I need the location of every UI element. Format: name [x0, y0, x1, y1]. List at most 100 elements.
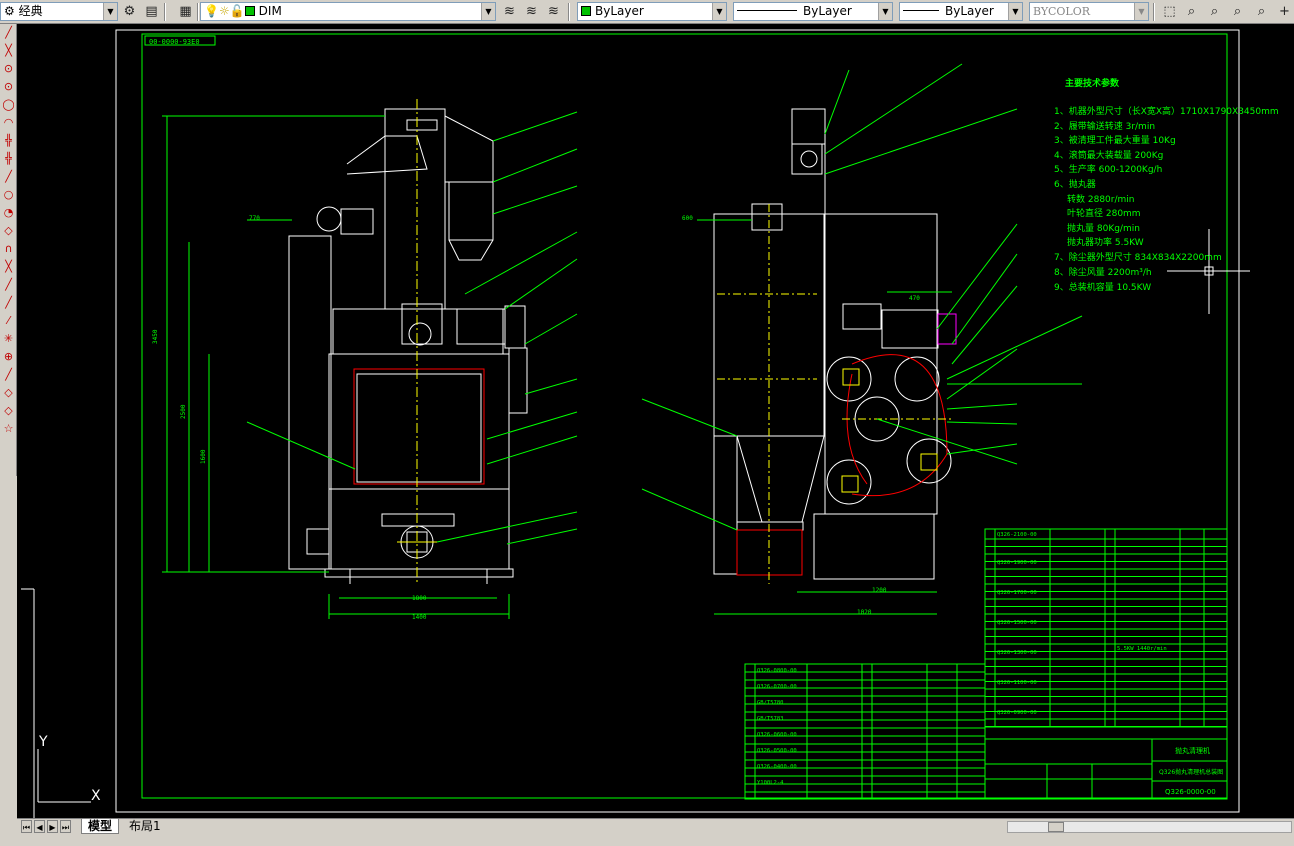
- cad-drawing: 00-0000-93E0 3450 2500 1600 1400 1800 77…: [21, 29, 1279, 818]
- tech-param: 抛丸量 80Kg/min: [1067, 222, 1140, 234]
- tech-param: 转数 2880r/min: [1067, 193, 1134, 205]
- polygon-icon[interactable]: ⊙: [0, 78, 17, 96]
- offset-icon[interactable]: ◇: [0, 384, 17, 402]
- first-tab-icon[interactable]: ⏮: [21, 820, 32, 833]
- zoom-window-icon[interactable]: ⌕: [1205, 2, 1224, 21]
- chevron-down-icon[interactable]: ▼: [712, 3, 726, 20]
- chevron-down-icon[interactable]: ▼: [481, 3, 495, 20]
- circle-icon[interactable]: ╬: [0, 132, 17, 150]
- scale-icon[interactable]: ◇: [0, 402, 17, 420]
- dim-side-width: 1020: [857, 609, 872, 616]
- dim-height-total: 3450: [152, 329, 159, 344]
- lightbulb-icon: 💡: [204, 4, 219, 18]
- bom-left-code: Q326-0500-00: [757, 748, 797, 754]
- plotstyle-dropdown[interactable]: BYCOLOR ▼: [1029, 2, 1149, 21]
- sheet-border: [115, 29, 1240, 813]
- frame-code: 00-0000-93E0: [149, 38, 200, 46]
- front-view: [288, 108, 528, 584]
- hatch-icon[interactable]: ╱: [0, 276, 17, 294]
- region-icon[interactable]: ⁄: [0, 312, 17, 330]
- revcloud-icon[interactable]: ╬: [0, 150, 17, 168]
- color-dropdown[interactable]: ByLayer ▼: [577, 2, 727, 21]
- layer-manager-icon[interactable]: ▦: [176, 2, 195, 21]
- chevron-down-icon[interactable]: ▼: [103, 3, 117, 20]
- mtext-icon[interactable]: ╱: [0, 366, 17, 384]
- bom-right-code: Q326-2100-00: [997, 532, 1037, 538]
- star-icon[interactable]: ☆: [0, 420, 17, 438]
- lineweight-dropdown[interactable]: ByLayer ▼: [899, 2, 1023, 21]
- bom-right-code: Q326-1700-00: [997, 590, 1037, 596]
- gear-icon: ⚙: [4, 4, 15, 18]
- dim-470: 470: [909, 295, 920, 302]
- tech-param: 8、除尘风量 2200m³/h: [1054, 266, 1152, 278]
- ucs-y-label: Y: [38, 734, 48, 750]
- toolbar-separator: [197, 3, 199, 21]
- toolbar-separator: [568, 3, 570, 21]
- autocad-window: ⚙ 经典 ▼ ⚙ ▤ ▦ 💡☼🔓 DIM ▼ ≋ ≋ ≋ ByLayer ▼ By…: [0, 0, 1294, 846]
- gradient-icon[interactable]: ╱: [0, 294, 17, 312]
- horizontal-scrollbar[interactable]: [1007, 821, 1292, 833]
- scroll-thumb[interactable]: [1048, 822, 1064, 832]
- point-icon[interactable]: ╳: [0, 258, 17, 276]
- layer-previous-icon[interactable]: ≋: [522, 2, 541, 21]
- toolbar-separator: [164, 3, 166, 21]
- next-tab-icon[interactable]: ▶: [47, 820, 58, 833]
- explode-icon[interactable]: ⊕: [0, 348, 17, 366]
- tech-param: 4、滚筒最大装载量 200Kg: [1054, 149, 1163, 161]
- bom-right-code: Q326-1300-00: [997, 650, 1037, 656]
- make-block-icon[interactable]: ∩: [0, 240, 17, 258]
- title-block-code: Q326-0000-00: [1165, 788, 1216, 796]
- tab-layout1[interactable]: 布局1: [123, 819, 167, 834]
- tech-param: 5、生产率 600-1200Kg/h: [1054, 163, 1162, 175]
- make-layer-current-icon[interactable]: ≋: [500, 2, 519, 21]
- prev-tab-icon[interactable]: ◀: [34, 820, 45, 833]
- zoom-previous-icon[interactable]: ⌕: [1228, 2, 1247, 21]
- crosshair-icon[interactable]: +: [1275, 2, 1294, 21]
- dim-770: 770: [249, 215, 260, 222]
- line-icon[interactable]: ╱: [0, 24, 17, 42]
- bom-left-code: Q326-0800-00: [757, 668, 797, 674]
- crosshair-cursor: [1167, 229, 1250, 314]
- bom-right-code: Q326-1500-00: [997, 620, 1037, 626]
- lock-icon: 🔓: [229, 4, 245, 18]
- layer-dropdown[interactable]: 💡☼🔓 DIM ▼: [200, 2, 496, 21]
- tech-param: 抛丸器功率 5.5KW: [1067, 236, 1144, 248]
- workspace-dropdown[interactable]: ⚙ 经典 ▼: [0, 2, 118, 21]
- layer-states-icon[interactable]: ≋: [544, 2, 563, 21]
- zoom-realtime-icon[interactable]: ⌕: [1182, 2, 1201, 21]
- ellipse-arc-icon[interactable]: ◔: [0, 204, 17, 222]
- polyline-icon[interactable]: ⊙: [0, 60, 17, 78]
- title-block-name: 抛丸清理机: [1175, 746, 1210, 755]
- workspace-settings-icon[interactable]: ⚙: [120, 2, 139, 21]
- drawing-canvas[interactable]: 00-0000-93E0 3450 2500 1600 1400 1800 77…: [17, 24, 1294, 818]
- tech-param: 9、总装机容量 10.5KW: [1054, 281, 1151, 293]
- layer-color-swatch: [244, 6, 255, 16]
- tech-param: 6、抛丸器: [1054, 178, 1096, 190]
- table-icon[interactable]: ✳: [0, 330, 17, 348]
- plotstyle-value: BYCOLOR: [1033, 5, 1090, 18]
- zoom-extents-icon[interactable]: ⌕: [1252, 2, 1271, 21]
- arc-icon[interactable]: ◠: [0, 114, 17, 132]
- rectangle-icon[interactable]: ◯: [0, 96, 17, 114]
- tech-param: 3、被清理工件最大重量 10Kg: [1054, 134, 1176, 146]
- construction-line-icon[interactable]: ╳: [0, 42, 17, 60]
- last-tab-icon[interactable]: ⏭: [60, 820, 71, 833]
- spline-icon[interactable]: ╱: [0, 168, 17, 186]
- linetype-dropdown[interactable]: ByLayer ▼: [733, 2, 893, 21]
- pan-icon[interactable]: ⬚: [1160, 2, 1179, 21]
- workspace-save-icon[interactable]: ▤: [142, 2, 161, 21]
- bom-right-code: Q326-1900-00: [997, 560, 1037, 566]
- chevron-down-icon[interactable]: ▼: [878, 3, 892, 20]
- insert-block-icon[interactable]: ◇: [0, 222, 17, 240]
- dim-600: 600: [682, 215, 693, 222]
- dim-side-inner: 1200: [872, 587, 887, 594]
- ellipse-icon[interactable]: ○: [0, 186, 17, 204]
- tab-model[interactable]: 模型: [81, 819, 120, 834]
- chevron-down-icon[interactable]: ▼: [1008, 3, 1022, 20]
- chevron-down-icon[interactable]: ▼: [1134, 3, 1148, 20]
- toolbar-separator: [1153, 3, 1155, 21]
- bom-left-code: Y100L2-4: [757, 780, 784, 786]
- color-value: ByLayer: [595, 4, 644, 18]
- side-view: [713, 108, 957, 580]
- draw-toolbar: ╱ ╳ ⊙ ⊙ ◯ ◠ ╬ ╬ ╱ ○ ◔ ◇ ∩ ╳ ╱ ╱ ⁄ ✳ ⊕ ╱ …: [0, 24, 17, 476]
